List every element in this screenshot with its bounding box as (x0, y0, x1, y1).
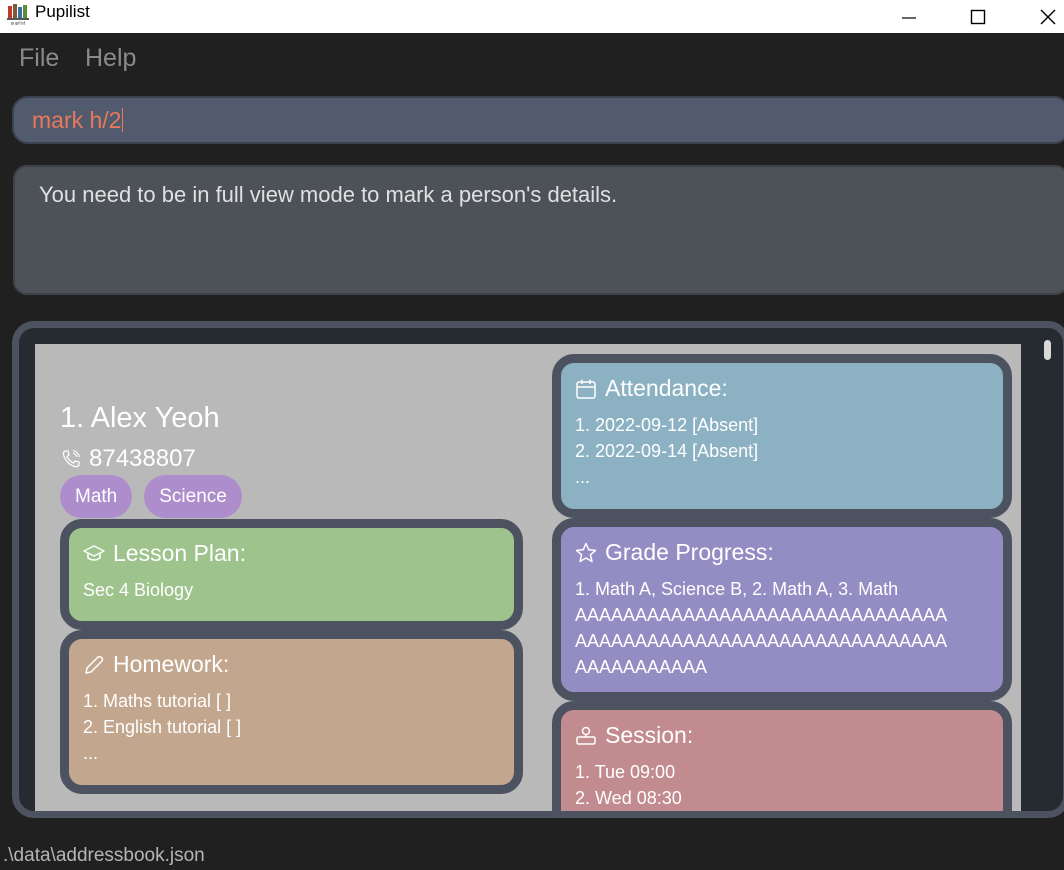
grade-progress-line: 1. Math A, Science B, 2. Math A, 3. Math (575, 579, 899, 599)
lesson-plan-item: Sec 4 Biology (83, 580, 194, 600)
close-icon (1040, 9, 1056, 24)
graduation-cap-icon (83, 544, 105, 561)
close-button[interactable] (1025, 0, 1064, 33)
person-at-desk-icon (576, 726, 596, 745)
tag: Math (60, 475, 133, 518)
books-icon: pupilist (7, 4, 29, 26)
result-display: You need to be in full view mode to mark… (13, 165, 1064, 295)
grade-progress-title: Grade Progress: (605, 539, 774, 565)
attendance-item: 1. 2022-09-12 [Absent] (575, 415, 759, 435)
status-bar-path: .\data\addressbook.json (3, 845, 205, 866)
session-title: Session: (605, 722, 694, 748)
session-body: 1. Tue 09:00 2. Wed 08:30 (575, 759, 1003, 811)
phone-row: 87438807 (61, 445, 196, 473)
tag: Science (144, 475, 242, 518)
session-item: 2. Wed 08:30 (575, 788, 682, 808)
grade-progress-line: AAAAAAAAAAA (575, 657, 708, 677)
grade-progress-line: AAAAAAAAAAAAAAAAAAAAAAAAAAAAAAA (575, 631, 948, 651)
lesson-plan-header: Lesson Plan: (83, 540, 514, 567)
menu-bar: File Help (0, 33, 1064, 87)
text-cursor (122, 108, 124, 132)
attendance-header: Attendance: (575, 375, 1003, 402)
homework-item: 2. English tutorial [ ] (83, 717, 242, 737)
attendance-body: 1. 2022-09-12 [Absent] 2. 2022-09-14 [Ab… (575, 412, 1003, 490)
title-bar: pupilist Pupilist (0, 0, 1064, 33)
result-message: You need to be in full view mode to mark… (39, 182, 618, 207)
grade-progress-body: 1. Math A, Science B, 2. Math A, 3. Math… (575, 576, 1003, 680)
session-header: Session: (575, 722, 1003, 749)
attendance-item: ... (575, 467, 591, 487)
svg-text:pupilist: pupilist (11, 21, 26, 26)
session-item: 1. Tue 09:00 (575, 762, 676, 782)
homework-box: Homework: 1. Maths tutorial [ ] 2. Engli… (60, 630, 523, 794)
attendance-item: 2. 2022-09-14 [Absent] (575, 441, 759, 461)
minimize-icon (902, 16, 916, 19)
grade-progress-box: Grade Progress: 1. Math A, Science B, 2.… (552, 518, 1012, 701)
grade-progress-line: AAAAAAAAAAAAAAAAAAAAAAAAAAAAAAA (575, 605, 948, 625)
homework-item: 1. Maths tutorial [ ] (83, 691, 232, 711)
star-icon (575, 542, 597, 562)
minimize-button[interactable] (886, 0, 932, 33)
scrollbar-thumb[interactable] (1044, 340, 1051, 360)
lesson-plan-title: Lesson Plan: (113, 540, 246, 566)
calendar-icon (576, 379, 596, 399)
attendance-box: Attendance: 1. 2022-09-12 [Absent] 2. 20… (552, 354, 1012, 518)
person-list-panel[interactable]: 1. Alex Yeoh 87438807 Math Science Lesso… (12, 321, 1064, 818)
menu-help[interactable]: Help (85, 44, 136, 73)
maximize-icon (970, 9, 986, 24)
menu-file[interactable]: File (19, 44, 59, 73)
person-card[interactable]: 1. Alex Yeoh 87438807 Math Science Lesso… (35, 344, 1021, 811)
command-input[interactable]: mark h/2 (12, 96, 1064, 144)
maximize-button[interactable] (955, 0, 1001, 33)
homework-body: 1. Maths tutorial [ ] 2. English tutoria… (83, 688, 514, 766)
window-title: Pupilist (35, 2, 90, 21)
homework-item: ... (83, 743, 99, 763)
grade-progress-header: Grade Progress: (575, 539, 1003, 566)
person-name: 1. Alex Yeoh (60, 402, 220, 434)
command-value: mark h/2 (32, 107, 122, 133)
attendance-title: Attendance: (605, 375, 728, 401)
lesson-plan-body: Sec 4 Biology (83, 577, 514, 603)
session-box: Session: 1. Tue 09:00 2. Wed 08:30 (552, 701, 1012, 811)
tag-list: Math Science (60, 475, 242, 518)
lesson-plan-box: Lesson Plan: Sec 4 Biology (60, 519, 523, 630)
pencil-icon (85, 655, 104, 674)
homework-header: Homework: (83, 651, 514, 678)
phone-number: 87438807 (89, 445, 196, 472)
homework-title: Homework: (113, 651, 230, 677)
command-text: mark h/2 (32, 107, 124, 134)
phone-icon (62, 449, 81, 468)
